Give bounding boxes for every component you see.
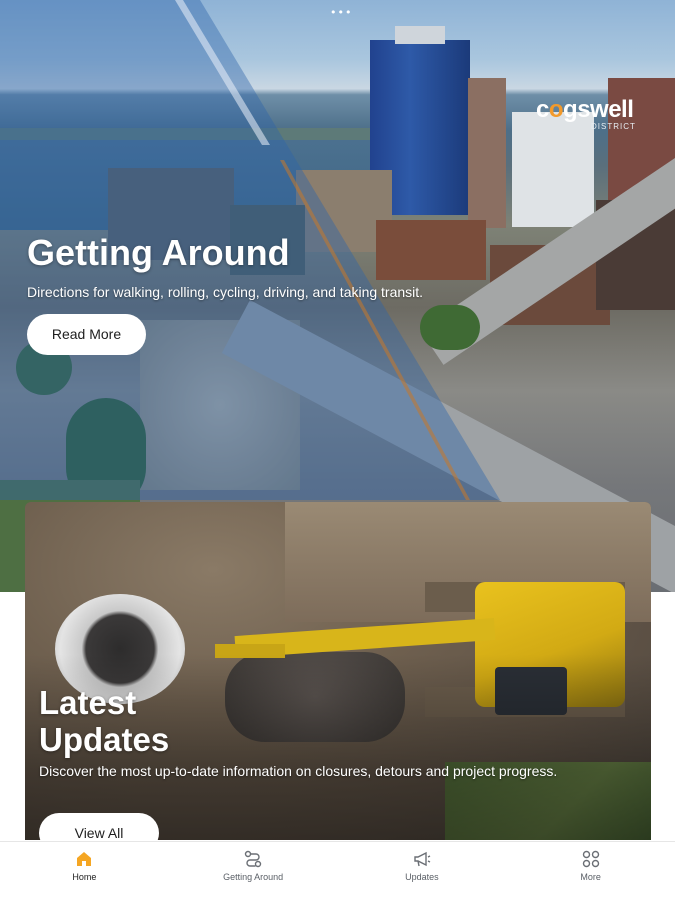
hero-subtitle: Directions for walking, rolling, cycling…: [27, 284, 424, 300]
multitask-dots[interactable]: •••: [330, 6, 352, 19]
tab-label: Home: [72, 872, 97, 882]
logo-subtitle: DISTRICT: [591, 122, 636, 131]
home-icon: [73, 849, 95, 869]
building: [376, 220, 486, 280]
tab-label: Getting Around: [223, 872, 284, 882]
tab-getting-around[interactable]: Getting Around: [169, 842, 338, 900]
hero-title: Getting Around: [27, 232, 290, 273]
trees: [420, 305, 480, 350]
megaphone-icon: [411, 849, 433, 869]
grid-icon: [580, 849, 602, 869]
building: [468, 78, 506, 228]
bottom-tab-bar: Home Getting Around Updates More: [0, 841, 675, 900]
updates-title-line2: Updates: [39, 721, 170, 758]
route-icon: [242, 849, 264, 869]
view-all-button[interactable]: View All: [39, 813, 159, 840]
card-shade: [25, 502, 651, 840]
tab-updates[interactable]: Updates: [338, 842, 507, 900]
building: [512, 112, 594, 227]
logo-gear-o: o: [548, 96, 564, 123]
logo-text: gswell: [563, 96, 634, 123]
cogswell-logo: cogswell: [536, 96, 634, 124]
updates-title: Latest Updates: [39, 684, 439, 758]
tab-home[interactable]: Home: [0, 842, 169, 900]
tab-label: Updates: [405, 872, 439, 882]
updates-title-line1: Latest: [39, 684, 137, 721]
logo-text: c: [536, 96, 549, 123]
tab-more[interactable]: More: [506, 842, 675, 900]
building: [395, 26, 445, 44]
read-more-button[interactable]: Read More: [27, 314, 146, 355]
latest-updates-card[interactable]: Latest Updates Discover the most up-to-d…: [25, 502, 651, 840]
updates-subtitle: Discover the most up-to-date information…: [39, 763, 558, 779]
tab-label: More: [580, 872, 601, 882]
